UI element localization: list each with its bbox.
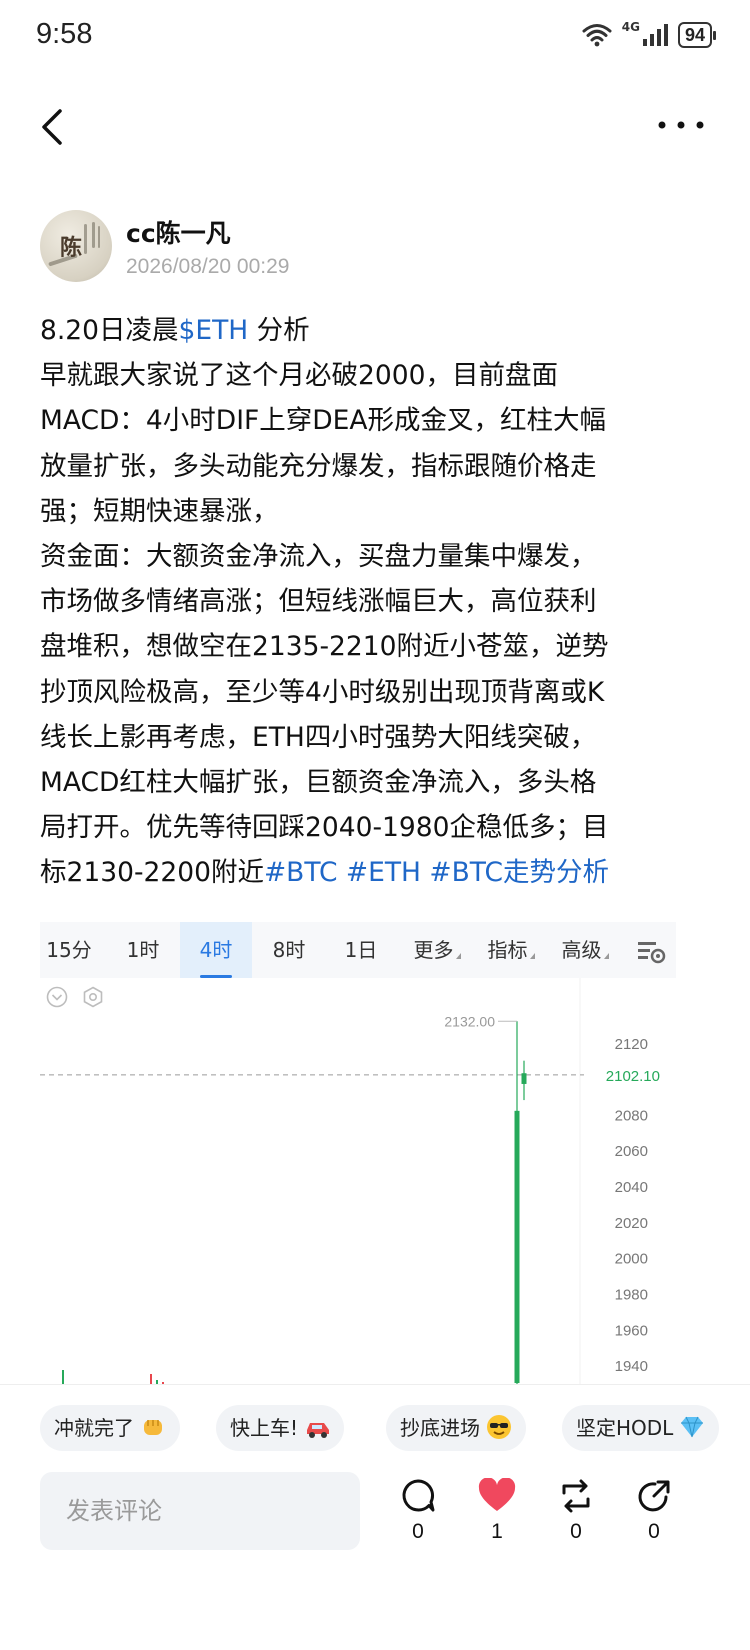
repost-button[interactable]: 0 (548, 1478, 604, 1544)
comment-button[interactable]: 0 (390, 1478, 446, 1544)
signal-icon (642, 24, 668, 46)
tab-indicators[interactable]: 指标 (476, 922, 546, 978)
reaction-chip[interactable]: 快上车! (216, 1405, 345, 1451)
candle-body (521, 1073, 527, 1084)
comment-icon (402, 1479, 435, 1512)
diamond-icon (679, 1410, 705, 1438)
post-line: MACD：4小时DIF上穿DEA形成金叉，红柱大幅 (40, 405, 607, 437)
reaction-chip[interactable]: 冲就完了 (40, 1405, 180, 1451)
ticker-link[interactable]: $ETH (179, 315, 249, 346)
like-count: 1 (491, 1520, 503, 1543)
kline-chart[interactable]: 2120 2080 2060 2040 2020 2000 1980 1960 1940 2102… (40, 978, 676, 1392)
y-tick-label: 2120 (615, 1036, 648, 1053)
comment-count: 0 (412, 1520, 424, 1543)
reaction-label: 抄底进场 (400, 1416, 480, 1440)
post-body: 8.20日凌晨$ETH 分析 早就跟大家说了这个月必破2000，目前盘面 MAC… (40, 308, 680, 896)
reaction-label: 冲就完了 (54, 1416, 134, 1440)
post-line: 早就跟大家说了这个月必破2000，目前盘面 (40, 360, 558, 392)
tab-advanced[interactable]: 高级 (550, 922, 620, 978)
quick-reactions: 冲就完了 快上车! 抄底进场 坚定HODL (0, 1384, 750, 1470)
reaction-chip[interactable]: 抄底进场 (386, 1405, 526, 1451)
status-time: 9:58 (36, 18, 93, 50)
comment-box[interactable] (40, 1472, 360, 1550)
hashtag-btc-analysis[interactable]: #BTC走势分析 (429, 857, 609, 888)
post-line: 资金面：大额资金净流入，买盘力量集中爆发， (40, 541, 597, 573)
back-button[interactable] (36, 105, 76, 149)
hashtag-btc[interactable]: #BTC (264, 857, 338, 888)
post-line: 线长上影再考虑，ETH四小时强势大阳线突破， (40, 721, 597, 753)
post-title-prefix: 8.20日凌晨 (40, 315, 179, 346)
current-price-label: 2102.10 (606, 1068, 660, 1085)
fist-icon (140, 1410, 166, 1436)
y-tick-label: 2000 (615, 1251, 648, 1268)
chart-settings-button[interactable] (628, 922, 676, 978)
post-line: 盘堆积，想做空在2135-2210附近小苍筮，逆势 (40, 631, 609, 663)
post-title-line: 8.20日凌晨$ETH 分析 (40, 308, 680, 353)
y-tick-label: 1980 (615, 1287, 648, 1304)
candle-body (514, 1110, 520, 1384)
reaction-label: 快上车! (230, 1416, 299, 1440)
chart-settings-icon (638, 941, 666, 963)
y-tick-label: 2020 (615, 1215, 648, 1232)
chevron-left-icon (42, 109, 62, 145)
post-line: MACD红柱大幅扩张，巨额资金净流入，多头格 (40, 767, 597, 799)
share-count: 0 (648, 1520, 660, 1543)
post-line: 市场做多情绪高涨；但短线涨幅巨大，高位获利 (40, 586, 597, 618)
tab-more[interactable]: 更多 (402, 922, 472, 978)
reaction-chip[interactable]: 坚定HODL (562, 1405, 720, 1451)
y-tick-label: 2040 (615, 1179, 648, 1196)
wifi-icon (582, 24, 612, 47)
tab-8h[interactable]: 8时 (254, 922, 324, 978)
like-button[interactable]: 1 (469, 1478, 525, 1544)
battery-icon: 94 (677, 22, 717, 48)
share-icon (638, 1480, 670, 1512)
y-tick-label: 1940 (615, 1358, 648, 1375)
tab-15m[interactable]: 15分 (40, 922, 98, 978)
tab-1d[interactable]: 1日 (326, 922, 396, 978)
post-last-line-text: 标2130-2200附近 (40, 857, 264, 889)
status-icons: 4G 94 (582, 20, 717, 48)
kline-chart-card: 15分 1时 4时 8时 1日 更多 指标 高级 2120 2080 2060 204… (40, 922, 676, 1392)
comment-input[interactable] (40, 1472, 360, 1550)
y-tick-label: 2080 (615, 1107, 648, 1124)
y-tick-label: 1960 (615, 1322, 648, 1339)
author-name[interactable]: cc陈一凡 (126, 214, 231, 250)
post-line: 强；短期快速暴涨， (40, 495, 279, 527)
cool-face-icon (486, 1410, 512, 1439)
repost-icon (562, 1479, 590, 1513)
car-icon (304, 1410, 330, 1438)
high-label: 2132.00 (444, 1013, 495, 1029)
avatar-char: 陈 (60, 235, 83, 261)
repost-count: 0 (570, 1520, 582, 1543)
hashtag-eth[interactable]: #ETH (346, 857, 421, 888)
more-button[interactable] (656, 110, 706, 140)
tab-4h[interactable]: 4时 (180, 922, 252, 978)
post-title-suffix: 分析 (248, 315, 310, 346)
status-bar: 9:58 4G 94 (0, 0, 750, 76)
avatar[interactable]: 陈 (40, 210, 112, 282)
post-line: 抄顶风险极高，至少等4小时级别出现顶背离或K (40, 676, 605, 708)
heart-icon (478, 1478, 516, 1511)
share-button[interactable]: 0 (626, 1478, 682, 1544)
tab-1h[interactable]: 1时 (108, 922, 178, 978)
post-last-line: 标2130-2200附近#BTC #ETH #BTC走势分析 (40, 850, 680, 895)
post-line: 局打开。优先等待回踩2040-1980企稳低多；目 (40, 812, 609, 844)
post-line: 放量扩张，多头动能充分爆发，指标跟随价格走 (40, 450, 597, 482)
y-tick-label: 2060 (615, 1143, 648, 1160)
reaction-label: 坚定HODL (576, 1416, 674, 1440)
post-timestamp: 2026/08/20 00:29 (126, 255, 290, 278)
network-label: 4G (621, 20, 640, 34)
timeframe-tabs: 15分 1时 4时 8时 1日 更多 指标 高级 (40, 922, 676, 978)
more-dots-icon (658, 121, 704, 129)
